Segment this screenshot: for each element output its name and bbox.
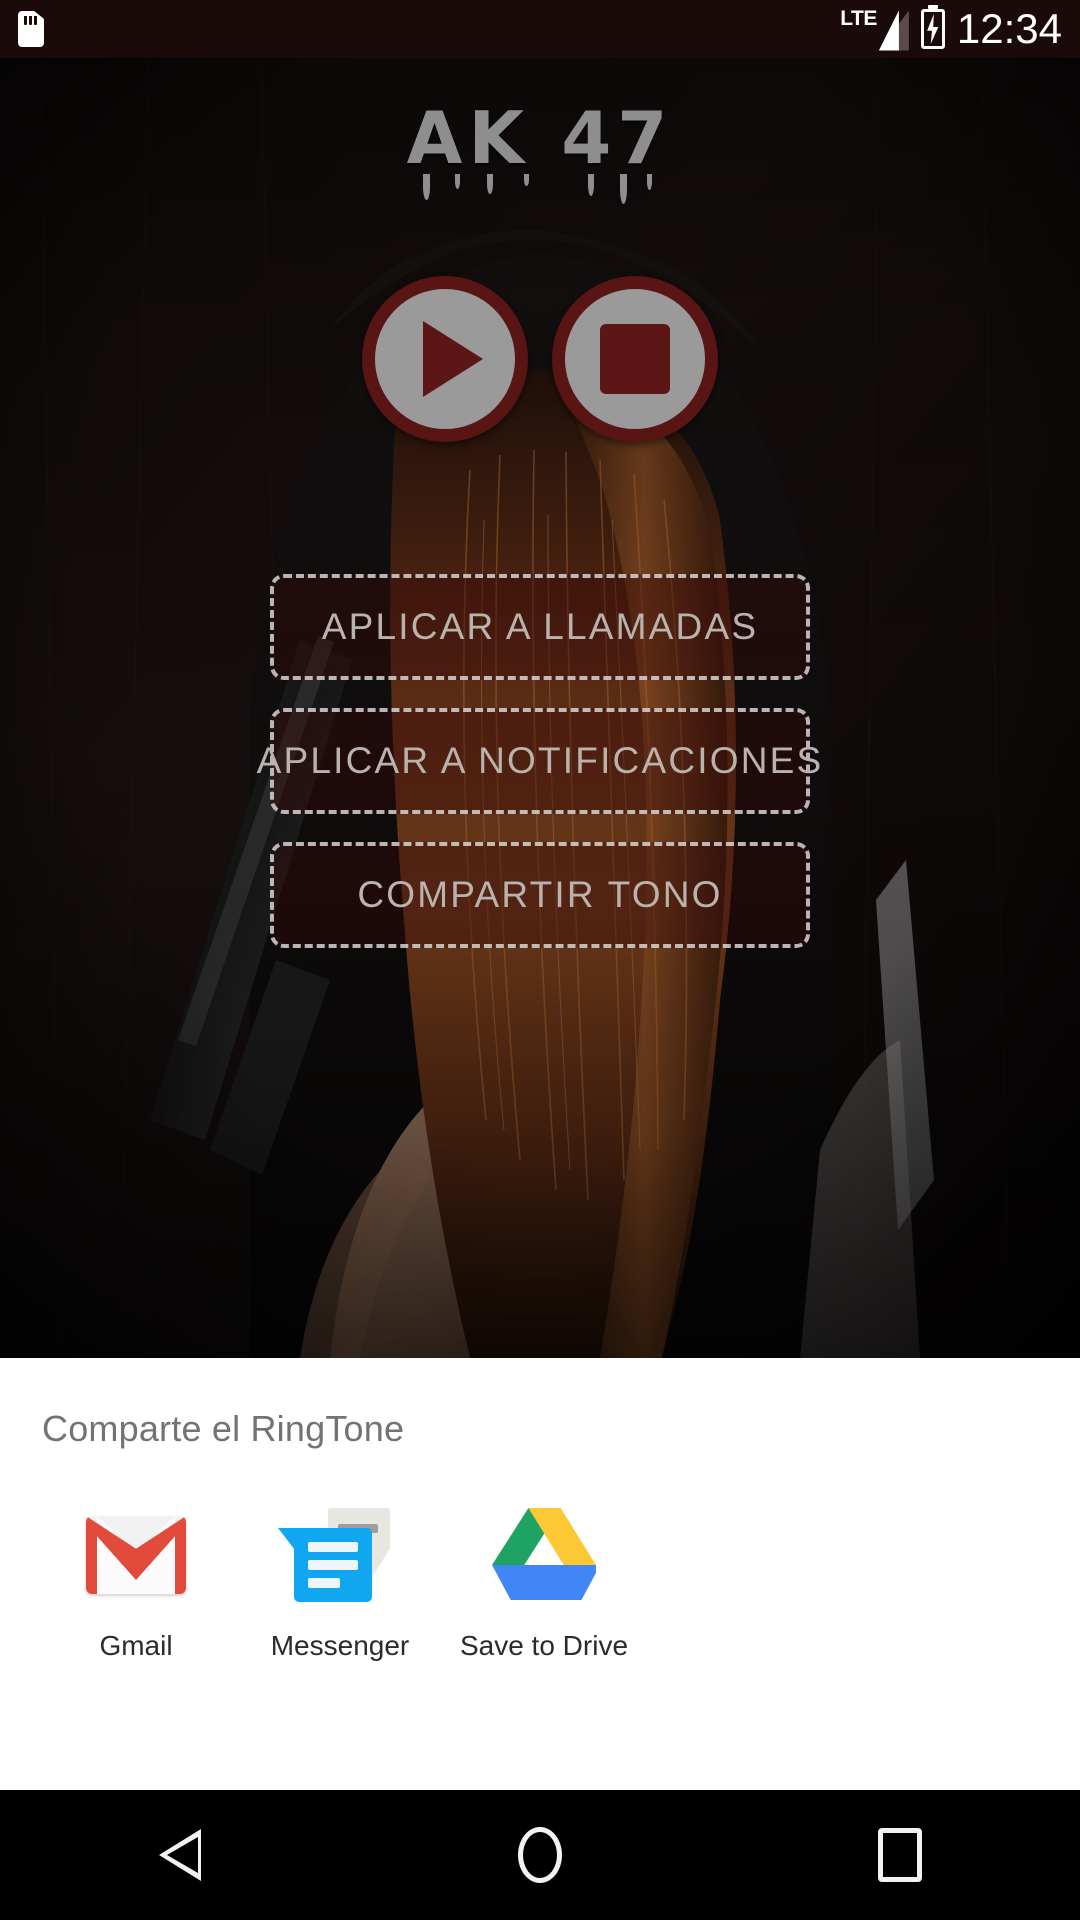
- status-bar-clock: 12:34: [956, 5, 1062, 52]
- transport-controls: [0, 276, 1080, 442]
- home-icon: [518, 1827, 562, 1883]
- phone-screen: LTE 12:34 AK 47 APLICAR A LLAMADAS APLIC…: [0, 0, 1080, 1920]
- stop-button[interactable]: [552, 276, 718, 442]
- sd-card-icon: [18, 11, 44, 47]
- status-bar: LTE 12:34: [0, 0, 1080, 58]
- recents-button[interactable]: [820, 1790, 980, 1920]
- share-ringtone-button[interactable]: COMPARTIR TONO: [270, 842, 810, 948]
- action-button-group: APLICAR A LLAMADAS APLICAR A NOTIFICACIO…: [0, 574, 1080, 948]
- apply-to-calls-label: APLICAR A LLAMADAS: [321, 606, 759, 647]
- share-target-messenger-label: Messenger: [270, 1630, 410, 1661]
- apply-to-notifications-button[interactable]: APLICAR A NOTIFICACIONES: [257, 708, 821, 814]
- app-title-text: AK 47: [407, 96, 674, 204]
- share-target-drive-label: Save to Drive: [459, 1630, 629, 1661]
- home-button[interactable]: [460, 1790, 620, 1920]
- title-drip-mark: [646, 174, 652, 190]
- network-type-label: LTE: [840, 6, 877, 30]
- share-target-messenger[interactable]: Messenger: [238, 1498, 442, 1662]
- app-title: AK 47: [0, 96, 1080, 204]
- back-button[interactable]: [100, 1790, 260, 1920]
- stop-icon: [600, 324, 670, 394]
- title-drip-mark: [523, 174, 529, 186]
- title-drip-mark: [588, 174, 595, 196]
- play-button[interactable]: [362, 276, 528, 442]
- apply-to-calls-button[interactable]: APLICAR A LLAMADAS: [270, 574, 810, 680]
- title-drip-mark: [454, 174, 460, 189]
- gmail-icon: [80, 1498, 192, 1610]
- battery-charging-icon: [920, 9, 945, 49]
- share-sheet-title: Comparte el RingTone: [42, 1408, 405, 1449]
- share-ringtone-label: COMPARTIR TONO: [357, 874, 723, 915]
- messenger-icon: [284, 1498, 396, 1610]
- share-target-drive[interactable]: Save to Drive: [442, 1498, 646, 1662]
- title-drip-mark: [486, 174, 493, 194]
- apply-to-notifications-label: APLICAR A NOTIFICACIONES: [256, 740, 824, 781]
- play-icon: [423, 321, 483, 397]
- google-drive-icon: [488, 1498, 600, 1610]
- title-drip-mark: [620, 174, 628, 204]
- navigation-bar: [0, 1790, 1080, 1920]
- signal-icon: LTE: [840, 8, 909, 51]
- recents-icon: [878, 1828, 922, 1882]
- title-drip-mark: [422, 174, 430, 200]
- share-sheet: Comparte el RingTone Gmail Messenger Sav…: [0, 1358, 1080, 1790]
- share-app-list: Gmail Messenger Save to Drive: [0, 1498, 1080, 1662]
- share-target-gmail-label: Gmail: [99, 1630, 173, 1661]
- signal-bars-icon: [878, 10, 909, 51]
- share-target-gmail[interactable]: Gmail: [34, 1498, 238, 1662]
- back-icon: [159, 1829, 201, 1881]
